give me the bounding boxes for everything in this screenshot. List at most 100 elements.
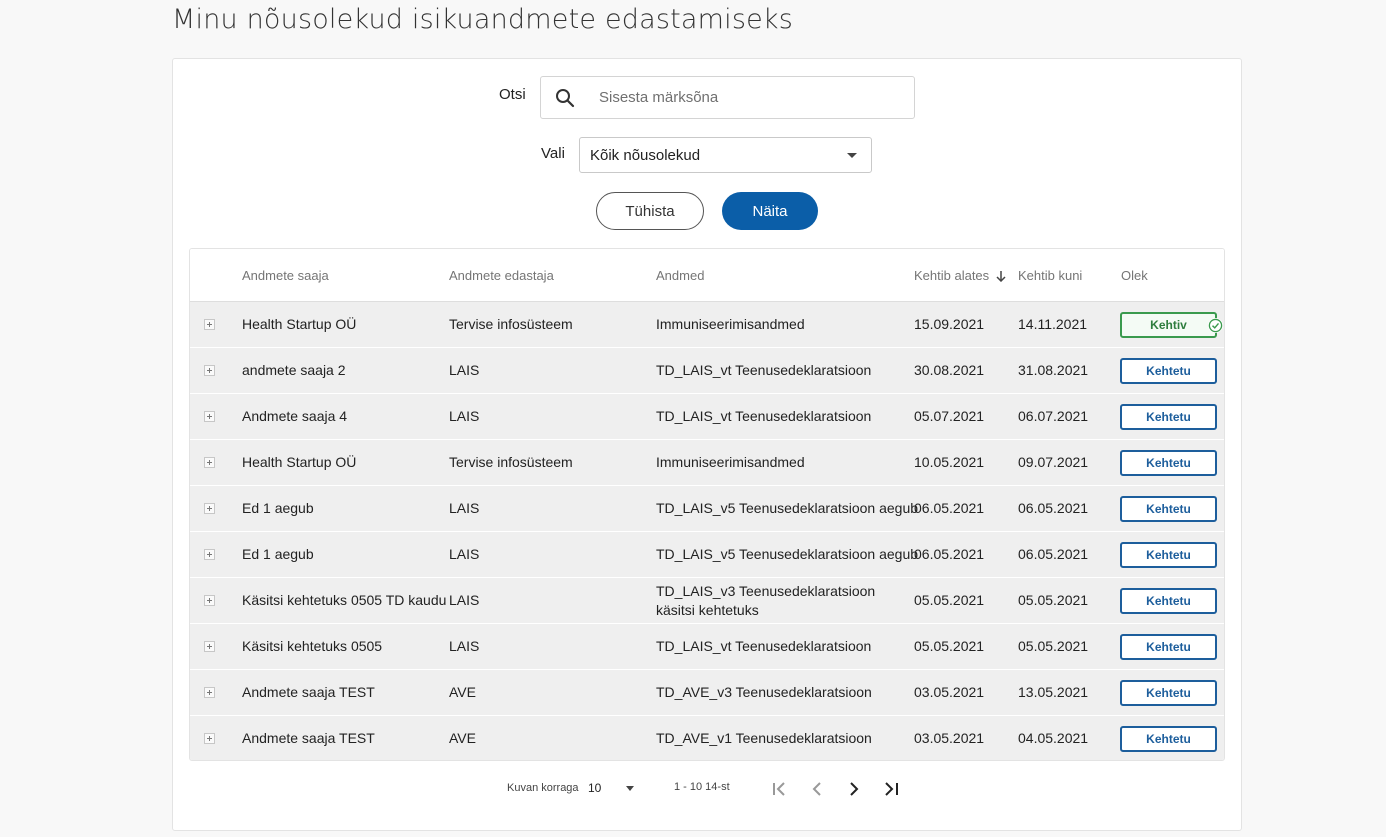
cell-recipient: Ed 1 aegub [242,500,314,516]
plus-icon[interactable] [204,733,215,744]
cell-provider: LAIS [449,546,480,562]
cell-valid-from: 06.05.2021 [914,546,985,562]
cell-valid-to: 31.08.2021 [1018,362,1089,378]
arrow-down-icon [996,270,1006,282]
cell-valid-from: 05.05.2021 [914,638,985,654]
cell-data: TD_LAIS_v3 Teenusedeklaratsioon käsitsi … [656,583,876,618]
chevron-down-icon [847,152,857,158]
status-badge[interactable]: Kehtetu [1120,404,1217,430]
plus-icon[interactable] [204,319,215,330]
cell-recipient: andmete saaja 2 [242,362,346,378]
plus-icon[interactable] [204,549,215,560]
cell-recipient: Andmete saaja TEST [242,684,375,700]
status-badge[interactable]: Kehtetu [1120,542,1217,568]
per-page-label: Kuvan korraga [507,782,579,794]
cell-data: TD_LAIS_vt Teenusedeklaratsioon [656,362,872,378]
cell-recipient: Andmete saaja TEST [242,730,375,746]
table-row[interactable]: Health Startup OÜ Tervise infosüsteem Immu… [190,440,1224,486]
cell-recipient: Ed 1 aegub [242,546,314,562]
table-row[interactable]: Andmete saaja TEST AVE TD_AVE_v3 Teenusede… [190,670,1224,716]
cell-data: Immuniseerimisandmed [656,454,805,470]
plus-icon[interactable] [204,503,215,514]
first-page-icon[interactable] [769,778,791,800]
cell-data: TD_AVE_v3 Teenusedeklaratsioon [656,684,872,700]
status-label: Kehtetu [1146,640,1191,654]
table-row[interactable]: Andmete saaja TEST AVE TD_AVE_v1 Teenusede… [190,716,1224,760]
column-header-valid-to[interactable]: Kehtib kuni [1018,268,1082,283]
chevron-left-icon[interactable] [806,778,828,800]
consents-table: Andmete saaja Andmete edastaja Andmed Ke… [189,248,1225,761]
column-header-data[interactable]: Andmed [656,268,704,283]
table-row[interactable]: Käsitsi kehtetuks 0505 LAIS TD_LAIS_vt Tee… [190,624,1224,670]
chevron-down-icon[interactable] [626,786,634,791]
cell-valid-to: 05.05.2021 [1018,592,1089,608]
status-badge[interactable]: Kehtetu [1120,358,1217,384]
cell-data: TD_LAIS_v5 Teenusedeklaratsioon aegub [656,500,919,516]
status-label: Kehtetu [1146,456,1191,470]
cell-valid-to: 05.05.2021 [1018,638,1089,654]
cell-data: TD_AVE_v1 Teenusedeklaratsioon [656,730,872,746]
cell-provider: LAIS [449,500,480,516]
status-badge[interactable]: Kehtetu [1120,634,1217,660]
filter-selected-value: Kõik nõusolekud [590,146,701,164]
cell-data: TD_LAIS_vt Teenusedeklaratsioon [656,408,872,424]
page-range: 1 - 10 14-st [674,781,730,793]
search-icon [556,88,575,107]
table-row[interactable]: Andmete saaja 4 LAIS TD_LAIS_vt Teenusedek… [190,394,1224,440]
cell-valid-from: 06.05.2021 [914,500,985,516]
cancel-button[interactable]: Tühista [596,192,704,230]
cell-provider: LAIS [449,638,480,654]
column-header-valid-from[interactable]: Kehtib alates [914,268,1007,283]
cell-valid-from: 30.08.2021 [914,362,985,378]
cell-recipient: Andmete saaja 4 [242,408,348,424]
table-row[interactable]: Health Startup OÜ Tervise infosüsteem Immu… [190,302,1224,348]
last-page-icon[interactable] [880,778,902,800]
table-row[interactable]: Ed 1 aegub LAIS TD_LAIS_v5 Teenusedeklarat… [190,486,1224,532]
cell-data: TD_LAIS_v5 Teenusedeklaratsioon aegub [656,546,919,562]
status-label: Kehtetu [1146,548,1191,562]
column-header-status[interactable]: Olek [1121,268,1148,283]
cell-data: TD_LAIS_vt Teenusedeklaratsioon [656,638,872,654]
table-row[interactable]: Ed 1 aegub LAIS TD_LAIS_v5 Teenusedeklarat… [190,532,1224,578]
status-badge[interactable]: Kehtetu [1120,588,1217,614]
consent-filter-select[interactable]: Kõik nõusolekud [579,137,872,173]
status-label: Kehtetu [1146,502,1191,516]
plus-icon[interactable] [204,687,215,698]
status-label: Kehtetu [1146,686,1191,700]
plus-icon[interactable] [204,411,215,422]
cell-recipient: Käsitsi kehtetuks 0505 [242,638,383,654]
table-row[interactable]: andmete saaja 2 LAIS TD_LAIS_vt Teenusedek… [190,348,1224,394]
status-badge[interactable]: Kehtetu [1120,680,1217,706]
plus-icon[interactable] [204,365,215,376]
cell-provider: LAIS [449,362,480,378]
status-badge[interactable]: Kehtetu [1120,450,1217,476]
plus-icon[interactable] [204,595,215,606]
search-input[interactable] [599,89,899,106]
cell-data: Immuniseerimisandmed [656,316,805,332]
status-badge[interactable]: Kehtiv [1120,312,1223,338]
table-row[interactable]: Käsitsi kehtetuks 0505 TD kaudu LAIS TD_LA… [190,578,1224,624]
cell-provider: LAIS [449,592,480,608]
check-circle-icon [1208,318,1223,333]
cell-valid-to: 06.07.2021 [1018,408,1089,424]
cell-valid-from: 05.07.2021 [914,408,985,424]
show-button[interactable]: Näita [722,192,818,230]
cell-valid-from: 05.05.2021 [914,592,985,608]
plus-icon[interactable] [204,641,215,652]
status-badge[interactable]: Kehtetu [1120,726,1217,752]
column-header-recipient[interactable]: Andmete saaja [242,268,329,283]
cell-valid-to: 14.11.2021 [1018,316,1088,332]
cell-provider: Tervise infosüsteem [449,316,573,332]
column-header-provider[interactable]: Andmete edastaja [449,268,554,283]
cell-provider: AVE [449,730,476,746]
search-field[interactable] [540,76,915,119]
plus-icon[interactable] [204,457,215,468]
per-page-value[interactable]: 10 [588,781,601,795]
cell-valid-from: 03.05.2021 [914,684,985,700]
status-badge[interactable]: Kehtetu [1120,496,1217,522]
pagination: Kuvan korraga 10 1 - 10 14-st [0,775,1386,801]
cell-valid-to: 06.05.2021 [1018,500,1089,516]
filter-label: Vali [541,145,565,162]
cell-valid-from: 03.05.2021 [914,730,985,746]
chevron-right-icon[interactable] [843,778,865,800]
